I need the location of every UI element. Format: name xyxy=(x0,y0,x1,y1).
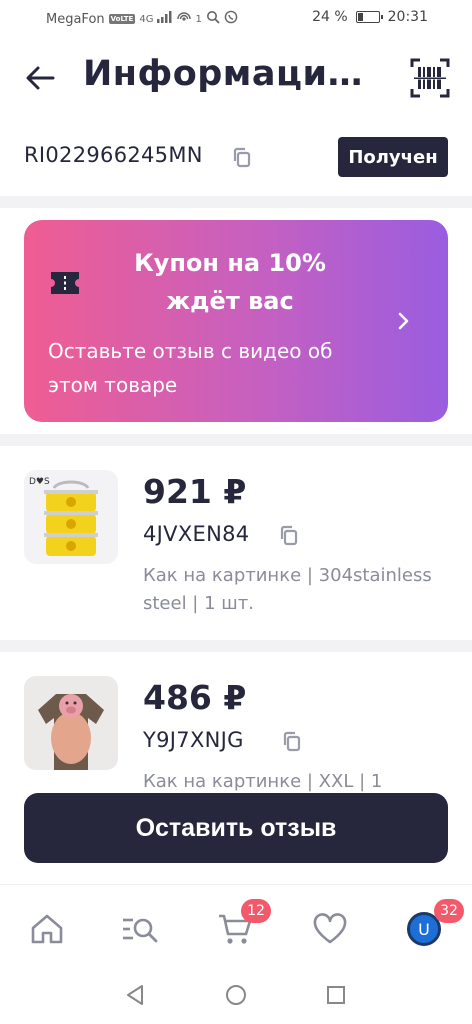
status-bar: MegaFon VoLTE 4G 1 24 % 20:31 xyxy=(0,0,472,36)
profile-badge: 32 xyxy=(434,899,464,923)
coupon-banner[interactable]: Купон на 10% ждёт вас Оставьте отзыв с в… xyxy=(24,220,448,422)
nav-catalog-search[interactable] xyxy=(118,907,162,951)
whatsapp-icon xyxy=(224,10,238,28)
coupon-title: Купон на 10% ждёт вас xyxy=(134,249,326,315)
page-title: Информация о… xyxy=(83,54,383,94)
section-divider xyxy=(0,434,472,446)
system-nav-bar xyxy=(0,964,472,1024)
product-image[interactable]: D♥S xyxy=(24,470,118,564)
section-divider xyxy=(0,640,472,652)
home-icon xyxy=(31,914,63,944)
hotspot-icon xyxy=(177,10,192,28)
lunchbox-image: D♥S xyxy=(29,477,98,556)
nav-favorites[interactable] xyxy=(308,907,352,951)
battery-percent: 24 % xyxy=(312,9,348,25)
notification-count: 1 xyxy=(195,13,202,25)
item-code: Y9J7XNJG xyxy=(143,728,244,752)
network-type: 4G xyxy=(139,13,154,25)
barcode-button[interactable] xyxy=(410,58,450,98)
triangle-back-icon xyxy=(127,985,143,1005)
section-divider xyxy=(0,196,472,208)
system-recents-button[interactable] xyxy=(323,982,349,1008)
item-code: 4JVXEN84 xyxy=(143,522,250,546)
carrier-name: MegaFon xyxy=(46,11,105,27)
nav-home[interactable] xyxy=(25,907,69,951)
status-badge: Получен xyxy=(338,137,448,177)
tshirt-image xyxy=(24,676,118,770)
back-button[interactable] xyxy=(20,60,60,96)
svg-text:D♥S: D♥S xyxy=(29,477,50,487)
signal-icon xyxy=(157,11,173,27)
tracking-number: RI022966245MN xyxy=(24,143,203,167)
leave-review-button[interactable]: Оставить отзыв xyxy=(24,793,448,863)
chevron-right-icon xyxy=(396,310,412,336)
coupon-subtitle: Оставьте отзыв с видео об этом товаре xyxy=(48,339,333,397)
order-item[interactable]: 486 ₽ Y9J7XNJG Как на картинке | XXL | 1 xyxy=(0,652,472,792)
item-price: 486 ₽ xyxy=(143,678,247,717)
item-price: 921 ₽ xyxy=(143,472,247,511)
battery-icon xyxy=(355,11,383,23)
cart-badge: 12 xyxy=(241,899,271,923)
square-recents-icon xyxy=(327,986,345,1004)
product-image[interactable] xyxy=(24,676,118,770)
system-back-button[interactable] xyxy=(122,982,148,1008)
copy-icon[interactable] xyxy=(282,731,302,753)
tracking-row: RI022966245MN Получен xyxy=(0,133,472,183)
nav-cart[interactable]: 12 xyxy=(213,899,271,951)
copy-icon[interactable] xyxy=(279,525,299,547)
arrow-left-icon xyxy=(26,66,55,90)
copy-icon[interactable] xyxy=(232,147,252,169)
battery-fill xyxy=(357,13,363,21)
bottom-nav: 12 U 32 xyxy=(0,884,472,964)
ticket-icon xyxy=(49,270,81,300)
heart-icon xyxy=(313,913,347,944)
item-attributes: Как на картинке | XXL | 1 xyxy=(143,771,383,792)
clock: 20:31 xyxy=(387,9,428,25)
order-item[interactable]: D♥S 921 ₽ 4JVXEN84 Как на картинке | 304… xyxy=(0,446,472,640)
system-home-button[interactable] xyxy=(223,982,249,1008)
status-left: MegaFon VoLTE 4G 1 xyxy=(46,10,238,28)
catalog-search-icon xyxy=(123,918,158,943)
volte-badge: VoLTE xyxy=(108,14,136,24)
status-right: 24 % 20:31 xyxy=(312,9,428,25)
item-attributes: Как на картинке | 304stainless steel | 1… xyxy=(143,565,432,614)
circle-home-icon xyxy=(226,985,246,1005)
barcode-scan-icon xyxy=(410,58,450,98)
search-status-icon xyxy=(206,10,220,28)
header: Информация о… xyxy=(0,44,472,114)
nav-profile[interactable]: U 32 xyxy=(402,899,464,951)
